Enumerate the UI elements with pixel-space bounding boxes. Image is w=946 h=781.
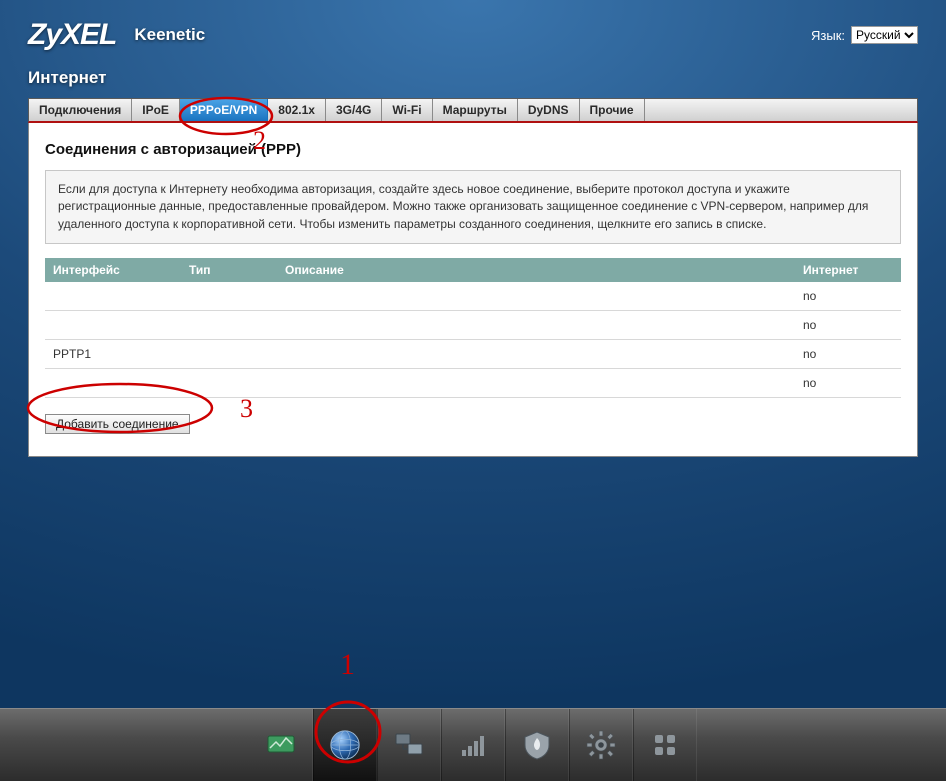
firewall-icon	[520, 728, 554, 762]
dock-network[interactable]	[377, 709, 441, 781]
tab-8021x[interactable]: 802.1x	[268, 99, 326, 121]
table-row[interactable]: no	[45, 369, 901, 398]
language-selector: Язык: Русский	[811, 26, 918, 44]
monitor-icon	[264, 728, 298, 762]
add-connection-button[interactable]: Добавить соединение	[45, 414, 190, 434]
language-select[interactable]: Русский	[851, 26, 918, 44]
brand-logo: ZyXEL	[28, 18, 116, 52]
tab-pppoe-vpn[interactable]: PPPoE/VPN	[180, 99, 268, 121]
network-icon	[392, 728, 426, 762]
bottom-dock	[0, 708, 946, 781]
col-type: Тип	[181, 258, 277, 282]
dock-settings[interactable]	[569, 709, 633, 781]
header: ZyXEL Keenetic Язык: Русский	[0, 0, 946, 64]
wifi-icon	[456, 728, 490, 762]
globe-icon	[328, 728, 362, 762]
dock-wifi[interactable]	[441, 709, 505, 781]
tab-3g4g[interactable]: 3G/4G	[326, 99, 382, 121]
product-name: Keenetic	[134, 25, 205, 45]
section-title: Интернет	[0, 64, 946, 98]
tab-dydns[interactable]: DyDNS	[518, 99, 580, 121]
annotation-number-1: 1	[340, 648, 355, 682]
col-interface: Интерфейс	[45, 258, 181, 282]
apps-icon	[648, 728, 682, 762]
col-desc: Описание	[277, 258, 795, 282]
content-panel: Соединения с авторизацией (PPP) Если для…	[28, 123, 918, 457]
panel-heading: Соединения с авторизацией (PPP)	[45, 141, 901, 158]
info-box: Если для доступа к Интернету необходима …	[45, 170, 901, 244]
table-row[interactable]: PPTP1 no	[45, 340, 901, 369]
col-internet: Интернет	[795, 258, 901, 282]
tab-connections[interactable]: Подключения	[29, 99, 132, 121]
tab-routes[interactable]: Маршруты	[433, 99, 518, 121]
tabs-row: Подключения IPoE PPPoE/VPN 802.1x 3G/4G …	[28, 98, 918, 123]
dock-firewall[interactable]	[505, 709, 569, 781]
connections-table: Интерфейс Тип Описание Интернет no no PP…	[45, 258, 901, 398]
table-row[interactable]: no	[45, 282, 901, 311]
tab-wifi[interactable]: Wi-Fi	[382, 99, 432, 121]
dock-monitor[interactable]	[250, 709, 313, 781]
table-row[interactable]: no	[45, 311, 901, 340]
dock-internet[interactable]	[313, 709, 377, 781]
dock-apps[interactable]	[633, 709, 697, 781]
tab-other[interactable]: Прочие	[580, 99, 645, 121]
settings-icon	[584, 728, 618, 762]
tab-ipoe[interactable]: IPoE	[132, 99, 180, 121]
language-label: Язык:	[811, 28, 845, 43]
